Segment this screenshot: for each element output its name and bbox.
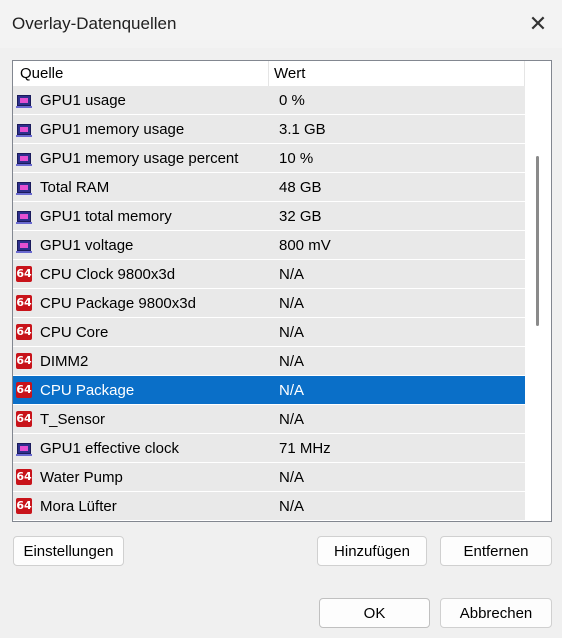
source-label: GPU1 memory usage <box>40 120 185 138</box>
value-cell: 3.1 GB <box>279 120 326 138</box>
source-label: CPU Package 9800x3d <box>40 294 196 312</box>
vertical-scrollbar[interactable] <box>525 61 551 521</box>
gpu-sensor-icon <box>16 210 32 224</box>
data-source-list[interactable]: Quelle Wert GPU1 usage 0 % GPU1 memory usa… <box>12 60 552 522</box>
value-cell: 48 GB <box>279 178 322 196</box>
source-label: Mora Lüfter <box>40 497 117 515</box>
value-cell: N/A <box>279 468 305 486</box>
value-cell: N/A <box>279 294 305 312</box>
list-item[interactable]: GPU1 memory usage 3.1 GB <box>13 115 525 144</box>
value-cell: N/A <box>279 410 305 428</box>
list-item[interactable]: 64 CPU Clock 9800x3d N/A <box>13 260 525 289</box>
source-cell: GPU1 voltage <box>13 237 279 254</box>
aida64-icon: 64 <box>16 295 32 311</box>
aida64-icon: 64 <box>16 411 32 427</box>
aida64-icon: 64 <box>16 266 32 282</box>
add-button[interactable]: Hinzufügen <box>317 536 427 566</box>
source-label: DIMM2 <box>40 352 89 370</box>
source-label: Water Pump <box>40 468 123 486</box>
close-icon: ✕ <box>528 11 548 36</box>
value-cell: 0 % <box>279 91 305 109</box>
list-item[interactable]: 64 T_Sensor N/A <box>13 405 525 434</box>
aida64-icon: 64 <box>16 353 32 369</box>
gpu-sensor-icon <box>16 152 32 166</box>
list-item[interactable]: GPU1 effective clock 71 MHz <box>13 434 525 463</box>
gpu-sensor-icon <box>16 123 32 137</box>
column-header-value[interactable]: Wert <box>269 61 525 86</box>
list-rows: GPU1 usage 0 % GPU1 memory usage 3.1 GB GPU1… <box>13 86 525 521</box>
source-cell: Total RAM <box>13 179 279 196</box>
source-cell: 64 CPU Core <box>13 324 279 341</box>
gpu-sensor-icon <box>16 239 32 253</box>
source-cell: 64 CPU Package 9800x3d <box>13 295 279 312</box>
settings-button[interactable]: Einstellungen <box>13 536 124 566</box>
value-cell: N/A <box>279 497 305 515</box>
list-item[interactable]: 64 CPU Package N/A <box>13 376 525 405</box>
source-label: Total RAM <box>40 178 110 196</box>
list-header: Quelle Wert <box>13 61 525 86</box>
scrollbar-thumb[interactable] <box>536 156 539 326</box>
source-cell: 64 CPU Clock 9800x3d <box>13 266 279 283</box>
aida64-icon: 64 <box>16 498 32 514</box>
source-cell: 64 CPU Package <box>13 382 279 399</box>
source-label: T_Sensor <box>40 410 106 428</box>
cancel-button[interactable]: Abbrechen <box>440 598 552 628</box>
source-cell: GPU1 effective clock <box>13 440 279 457</box>
list-item[interactable]: Total RAM 48 GB <box>13 173 525 202</box>
source-cell: GPU1 memory usage <box>13 121 279 138</box>
source-cell: 64 Mora Lüfter <box>13 498 279 515</box>
source-cell: GPU1 total memory <box>13 208 279 225</box>
dialog-body: Quelle Wert GPU1 usage 0 % GPU1 memory usa… <box>0 48 562 638</box>
value-cell: N/A <box>279 352 305 370</box>
title-bar: Overlay-Datenquellen ✕ <box>0 0 562 48</box>
value-cell: 71 MHz <box>279 439 331 457</box>
value-cell: 32 GB <box>279 207 322 225</box>
value-cell: N/A <box>279 265 305 283</box>
gpu-sensor-icon <box>16 181 32 195</box>
list-item[interactable]: GPU1 memory usage percent 10 % <box>13 144 525 173</box>
column-header-source[interactable]: Quelle <box>13 61 269 86</box>
list-item[interactable]: 64 CPU Package 9800x3d N/A <box>13 289 525 318</box>
source-cell: 64 Water Pump <box>13 469 279 486</box>
source-label: GPU1 total memory <box>40 207 172 225</box>
gpu-sensor-icon <box>16 94 32 108</box>
list-item[interactable]: 64 Water Pump N/A <box>13 463 525 492</box>
ok-button[interactable]: OK <box>319 598 430 628</box>
list-item[interactable]: 64 DIMM2 N/A <box>13 347 525 376</box>
source-label: GPU1 usage <box>40 91 126 109</box>
aida64-icon: 64 <box>16 324 32 340</box>
source-label: CPU Package <box>40 381 135 399</box>
remove-button[interactable]: Entfernen <box>440 536 552 566</box>
list-item[interactable]: 64 CPU Core N/A <box>13 318 525 347</box>
value-cell: 800 mV <box>279 236 331 254</box>
value-cell: 10 % <box>279 149 314 167</box>
source-cell: GPU1 memory usage percent <box>13 150 279 167</box>
close-button[interactable]: ✕ <box>516 8 560 40</box>
aida64-icon: 64 <box>16 469 32 485</box>
value-cell: N/A <box>279 323 305 341</box>
aida64-icon: 64 <box>16 382 32 398</box>
source-cell: 64 DIMM2 <box>13 353 279 370</box>
list-item[interactable]: GPU1 usage 0 % <box>13 86 525 115</box>
source-label: GPU1 memory usage percent <box>40 149 239 167</box>
source-cell: 64 T_Sensor <box>13 411 279 428</box>
gpu-sensor-icon <box>16 442 32 456</box>
list-item[interactable]: GPU1 voltage 800 mV <box>13 231 525 260</box>
source-label: CPU Clock 9800x3d <box>40 265 176 283</box>
source-label: CPU Core <box>40 323 109 341</box>
source-cell: GPU1 usage <box>13 92 279 109</box>
source-label: GPU1 effective clock <box>40 439 179 457</box>
source-label: GPU1 voltage <box>40 236 134 254</box>
window-title: Overlay-Datenquellen <box>12 14 177 33</box>
value-cell: N/A <box>279 381 305 399</box>
list-item[interactable]: GPU1 total memory 32 GB <box>13 202 525 231</box>
list-item[interactable]: 64 Mora Lüfter N/A <box>13 492 525 521</box>
